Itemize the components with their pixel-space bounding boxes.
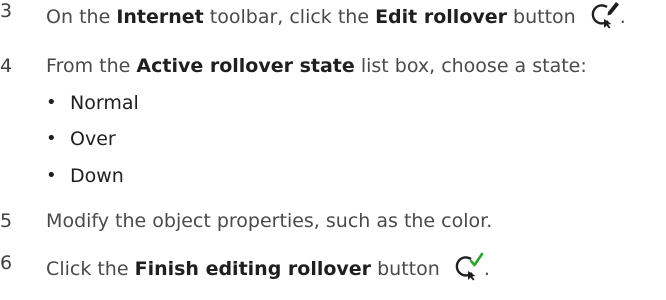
step-text: From the Active rollover state list box,…: [46, 55, 587, 77]
text-segment: From the: [46, 55, 137, 77]
text-segment: .: [483, 257, 490, 280]
step-number: 5: [0, 210, 13, 232]
bullet-label: Down: [70, 165, 124, 187]
bullet-label: Over: [70, 128, 116, 150]
bold-term-edit-rollover: Edit rollover: [375, 5, 508, 28]
text-segment: button: [507, 5, 576, 28]
step-4: 4 From the Active rollover state list bo…: [0, 55, 587, 77]
step-text: Click the Finish editing rollover button…: [46, 252, 490, 281]
step-number: 3: [0, 0, 13, 22]
text-segment: toolbar, click the: [203, 5, 376, 28]
text-segment: Modify the object properties, such as th…: [46, 210, 493, 232]
step-3: 3 On the Internet toolbar, click the Edi…: [0, 0, 626, 32]
bold-term-internet: Internet: [116, 5, 204, 28]
finish-editing-rollover-icon: [454, 251, 484, 281]
step-text: Modify the object properties, such as th…: [46, 210, 492, 232]
text-segment: .: [619, 5, 626, 28]
step-number: 4: [0, 55, 13, 77]
bold-term-active-rollover-state: Active rollover state: [136, 55, 355, 77]
bullet-label: Normal: [70, 92, 139, 114]
edit-rollover-icon: [590, 0, 620, 29]
step-5: 5 Modify the object properties, such as …: [0, 210, 492, 232]
text-segment: button: [371, 257, 440, 280]
text-segment: On the: [46, 5, 117, 28]
text-segment: list box, choose a state:: [354, 55, 587, 77]
step-text: On the Internet toolbar, click the Edit …: [46, 2, 626, 29]
step-number: 6: [0, 251, 13, 274]
text-segment: Click the: [46, 257, 135, 280]
bold-term-finish-editing-rollover: Finish editing rollover: [134, 257, 372, 280]
step-6: 6 Click the Finish editing rollover butt…: [0, 251, 490, 284]
